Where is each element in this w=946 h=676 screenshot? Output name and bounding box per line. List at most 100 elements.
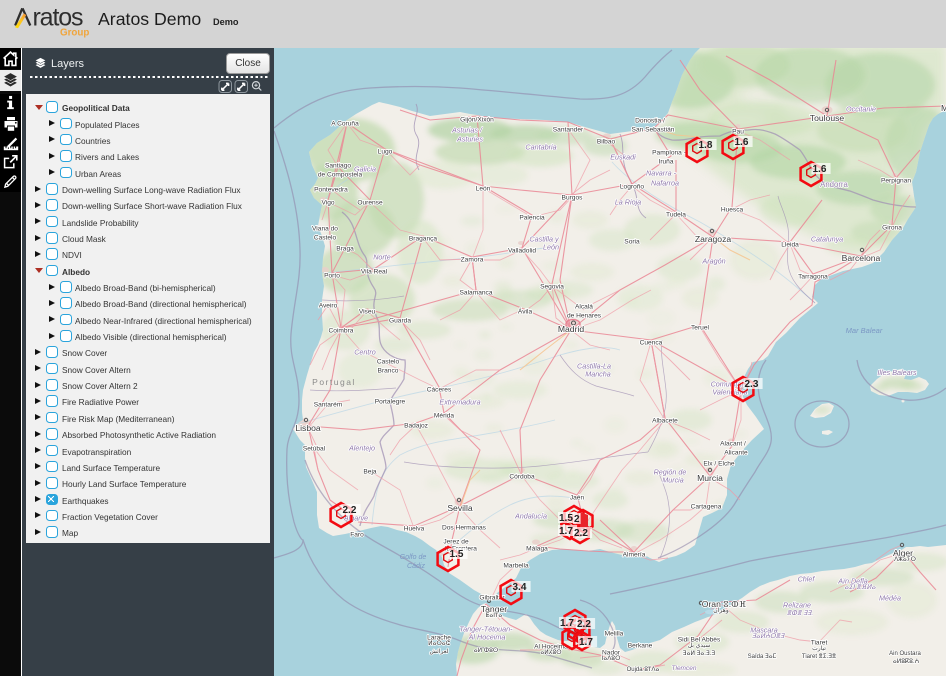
svg-text:Setúbal: Setúbal [303,446,326,453]
svg-text:لعرائش: لعرائش [429,648,448,655]
svg-text:Dos Hermanas: Dos Hermanas [442,525,487,532]
svg-text:Asturias /: Asturias / [451,126,483,135]
svg-text:Badajoz: Badajoz [404,423,428,430]
svg-text:Teruel: Teruel [691,325,709,332]
svg-text:A Coruña: A Coruña [331,121,359,128]
svg-text:Madrid: Madrid [558,324,584,334]
svg-text:Iruña: Iruña [658,159,673,166]
svg-text:ⵏⴰⴷⵓⵔ: ⵏⴰⴷⵓⵔ [602,656,621,662]
svg-text:Donostia /: Donostia / [635,118,665,125]
svg-text:Santarém: Santarém [314,402,343,409]
svg-text:Toulouse: Toulouse [810,113,845,123]
svg-text:Melilla: Melilla [605,631,624,638]
svg-text:ⴰⵍ ⵀⵓⵙ: ⴰⵍ ⵀⵓⵙ [474,648,498,654]
svg-text:وهران: وهران [713,607,729,614]
svg-text:Valladolid: Valladolid [508,248,536,255]
svg-text:Faro: Faro [350,532,364,539]
svg-text:1.7: 1.7 [559,526,573,537]
svg-text:Córdoba: Córdoba [509,474,535,481]
svg-text:Castelo: Castelo [314,235,337,242]
svg-text:Viana do: Viana do [312,226,338,233]
svg-text:Jerez de: Jerez de [443,539,469,546]
svg-text:Berkane: Berkane [628,643,653,650]
svg-text:Albacete: Albacete [652,418,678,425]
svg-text:Catalunya: Catalunya [811,235,843,244]
svg-text:Ávila: Ávila [518,307,533,316]
svg-text:Euskadi: Euskadi [610,153,636,162]
svg-text:Aveiro: Aveiro [319,303,338,310]
svg-text:Nafarroa: Nafarroa [651,179,679,188]
svg-text:Montp: Montp [941,103,946,113]
svg-text:Elx / Elche: Elx / Elche [703,461,734,468]
svg-text:2.3: 2.3 [745,379,759,390]
svg-text:1.7: 1.7 [579,637,593,648]
svg-text:Vila Real: Vila Real [361,269,388,276]
svg-text:Salamanca: Salamanca [460,290,493,297]
svg-text:Gijón/Xixón: Gijón/Xixón [460,117,494,124]
svg-text:Group: Group [60,28,89,39]
svg-text:ⴷⵣⴰⵢⵔ: ⴷⵣⴰⵢⵔ [894,557,916,563]
svg-text:Segovia: Segovia [540,284,564,291]
svg-text:Murcia: Murcia [662,476,684,485]
svg-text:Lleida: Lleida [781,242,799,249]
svg-text:Cáceres: Cáceres [427,387,452,394]
svg-text:Tlemcen: Tlemcen [672,665,697,672]
svg-text:ⴺⴰⵍ ⴺⴰ.ⴺ.ⴺ: ⴺⴰⵍ ⴺⴰ.ⴺ.ⴺ [683,651,716,657]
svg-text:Bragança: Bragança [409,236,438,243]
svg-text:Occitanie: Occitanie [846,105,876,114]
svg-text:Galicia: Galicia [354,165,376,174]
svg-text:Tiaret ⴻⵉ.ⴺⴻ: Tiaret ⴻⵉ.ⴺⴻ [802,654,836,660]
svg-text:Marbella: Marbella [503,563,529,570]
svg-text:Pamplona -: Pamplona - [652,150,686,157]
svg-text:Zamora: Zamora [461,257,484,264]
svg-text:Aragón: Aragón [701,257,725,266]
svg-text:Al Hoceima: Al Hoceima [468,633,506,642]
svg-text:Porto: Porto [324,273,340,280]
svg-text:Murcia: Murcia [697,473,723,483]
svg-text:Huesca: Huesca [721,207,744,214]
svg-text:Jaén: Jaén [570,495,585,502]
svg-text:Cantabria: Cantabria [525,143,556,152]
svg-text:Relizane: Relizane [783,601,811,610]
svg-text:Huelva: Huelva [404,526,425,533]
svg-text:ⴰⵍⵓⴽⵓ.ⵄ: ⴰⵍⵓⴽⵓ.ⵄ [893,659,919,665]
svg-text:Vigo: Vigo [321,200,334,207]
svg-text:Portalegre: Portalegre [375,399,406,406]
svg-text:2: 2 [574,514,580,525]
svg-text:1.8: 1.8 [699,140,713,151]
svg-text:1.5: 1.5 [450,549,464,560]
svg-text:Andorra: Andorra [820,180,848,189]
svg-text:Perpignan: Perpignan [881,178,911,185]
svg-text:ⴻⵀⴻ ⴺⴺ.: ⴻⵀⴻ ⴺⴺ. [787,610,814,617]
svg-text:Guarda: Guarda [389,318,411,325]
svg-text:Ourense: Ourense [357,200,383,207]
svg-text:Alcalá: Alcalá [575,304,593,311]
svg-text:Alicante: Alicante [724,450,748,457]
svg-text:León: León [476,186,491,193]
svg-text:Palencia: Palencia [519,215,545,222]
svg-text:2.2: 2.2 [577,619,591,630]
svg-text:Saïda ⴺⴰⵎ: Saïda ⴺⴰⵎ [748,654,777,660]
svg-text:Braga: Braga [336,246,354,253]
svg-text:Mascara: Mascara [750,626,778,635]
svg-text:Burgos: Burgos [562,195,584,202]
svg-text:Extremadura: Extremadura [439,398,480,407]
svg-text:Lugo: Lugo [378,149,393,156]
svg-text:Pontevedra: Pontevedra [314,187,348,194]
svg-text:Girona: Girona [882,225,902,232]
svg-text:Portugal: Portugal [312,377,356,387]
svg-text:Ain Oustara: Ain Oustara [889,651,921,657]
svg-text:1.5: 1.5 [559,513,573,524]
svg-text:Norte: Norte [373,253,391,262]
svg-text:1.6: 1.6 [735,137,749,148]
svg-text:de Henares: de Henares [567,313,602,320]
svg-text:1.6: 1.6 [813,164,827,175]
svg-text:2.2: 2.2 [343,505,357,516]
svg-text:Logroño: Logroño [620,184,645,191]
svg-text:Málaga: Málaga [526,546,548,553]
svg-text:Castelo: Castelo [377,359,400,366]
svg-text:ⴰⵍⵃⵓⵙ: ⴰⵍⵃⵓⵙ [540,650,561,656]
svg-text:Cádiz: Cádiz [407,563,425,570]
svg-text:تيارت: تيارت [812,645,826,652]
svg-text:Lisboa: Lisboa [295,423,321,433]
